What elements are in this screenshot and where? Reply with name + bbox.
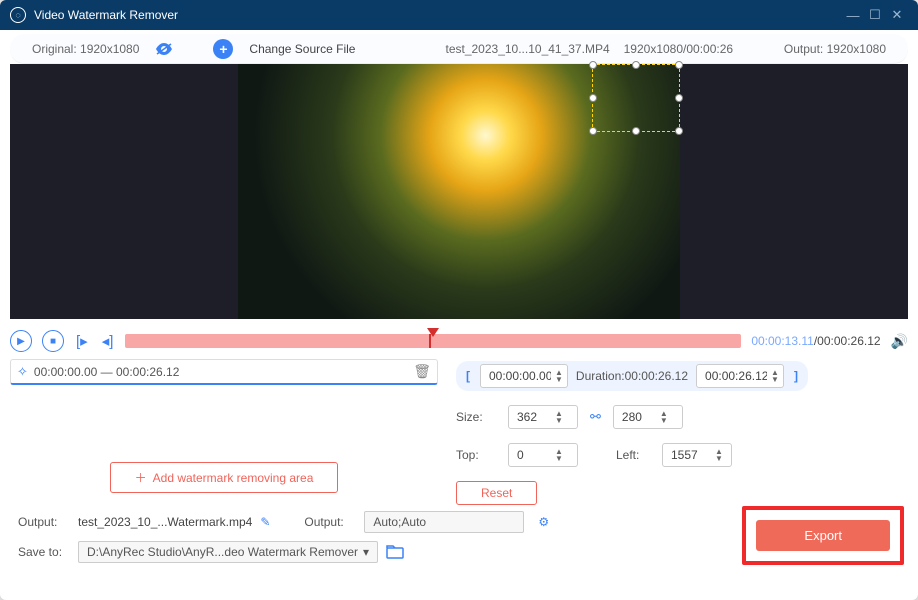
change-source-button[interactable]: Change Source File (249, 42, 355, 56)
output-dimensions-label: Output: 1920x1080 (784, 42, 886, 56)
source-dimensions-duration: 1920x1080/00:00:26 (624, 42, 733, 56)
range-end-input[interactable]: ▲▼ (696, 364, 784, 388)
range-end-bracket-icon[interactable]: ] (790, 369, 802, 383)
minimize-button[interactable]: — (842, 8, 864, 23)
saveto-path-select[interactable]: D:\AnyRec Studio\AnyR...deo Watermark Re… (78, 541, 378, 563)
app-window: ◌ Video Watermark Remover — ☐ ✕ Original… (0, 0, 918, 600)
export-highlight: Export (742, 506, 904, 565)
height-input[interactable]: ▲▼ (613, 405, 683, 429)
link-aspect-icon[interactable]: ⚯ (590, 409, 601, 425)
settings-icon[interactable]: ⚙ (538, 515, 549, 529)
app-title: Video Watermark Remover (34, 8, 842, 22)
close-button[interactable]: ✕ (886, 7, 908, 23)
reset-button[interactable]: Reset (456, 481, 537, 505)
saveto-path: D:\AnyRec Studio\AnyR...deo Watermark Re… (87, 545, 358, 559)
add-area-button[interactable]: ＋ Add watermark removing area (110, 462, 339, 493)
video-frame (238, 64, 680, 319)
add-area-label: Add watermark removing area (153, 471, 314, 485)
timecode-display: 00:00:13.11/00:00:26.12 (751, 334, 880, 348)
duration-label: Duration: (576, 369, 625, 383)
time-range-row: [ ▲▼ Duration:00:00:26.12 ▲▼ ] (456, 361, 808, 391)
total-duration: /00:00:26.12 (814, 334, 881, 348)
duration-value: 00:00:26.12 (625, 369, 688, 383)
output-filename: test_2023_10_...Watermark.mp4 (78, 515, 252, 529)
playback-controls: ▶ ■ [▸ ◂] 00:00:13.11/00:00:26.12 🔊 (10, 327, 908, 355)
size-row: Size: ▲▼ ⚯ ▲▼ (456, 405, 908, 429)
segment-end: 00:00:26.12 (116, 365, 179, 379)
dropdown-icon: ▾ (363, 545, 369, 559)
saveto-label: Save to: (18, 545, 70, 559)
footer: Output: test_2023_10_...Watermark.mp4 ✎ … (0, 505, 918, 575)
range-start-input[interactable]: ▲▼ (480, 364, 568, 388)
segment-separator: — (101, 365, 113, 379)
left-label: Left: (616, 448, 650, 462)
source-filename: test_2023_10...10_41_37.MP4 (445, 42, 609, 56)
edit-filename-icon[interactable]: ✎ (260, 515, 270, 529)
properties-panel: [ ▲▼ Duration:00:00:26.12 ▲▼ ] Size: ▲▼ … (456, 359, 908, 505)
size-label: Size: (456, 410, 496, 424)
stop-button[interactable]: ■ (42, 330, 64, 352)
set-out-point-button[interactable]: ◂] (100, 332, 116, 350)
top-label: Top: (456, 448, 496, 462)
app-icon: ◌ (10, 7, 26, 23)
add-source-button[interactable]: + (213, 39, 233, 59)
range-start-bracket-icon[interactable]: [ (462, 369, 474, 383)
browse-folder-icon[interactable] (386, 545, 404, 559)
editor-panels: ✧ 00:00:00.00 — 00:00:26.12 🗑 ＋ Add wate… (10, 359, 908, 505)
position-row: Top: ▲▼ Left: ▲▼ (456, 443, 908, 467)
segment-start: 00:00:00.00 (34, 365, 97, 379)
segments-panel: ✧ 00:00:00.00 — 00:00:26.12 🗑 ＋ Add wate… (10, 359, 438, 505)
output-format-select[interactable]: Auto;Auto (364, 511, 524, 533)
set-in-point-button[interactable]: [▸ (74, 332, 90, 350)
visibility-toggle-icon[interactable] (155, 43, 173, 55)
export-button[interactable]: Export (756, 520, 890, 551)
segment-item[interactable]: ✧ 00:00:00.00 — 00:00:26.12 🗑 (10, 359, 438, 385)
current-time: 00:00:13.11 (751, 334, 814, 348)
magic-wand-icon: ✧ (17, 364, 28, 380)
video-preview[interactable] (10, 64, 908, 319)
output-label: Output: (18, 515, 70, 529)
volume-icon[interactable]: 🔊 (891, 333, 908, 350)
left-input[interactable]: ▲▼ (662, 443, 732, 467)
delete-segment-icon[interactable]: 🗑 (413, 363, 431, 380)
play-button[interactable]: ▶ (10, 330, 32, 352)
plus-icon: ＋ (135, 469, 147, 486)
output-format-value: Auto;Auto (373, 515, 426, 529)
titlebar: ◌ Video Watermark Remover — ☐ ✕ (0, 0, 918, 30)
width-input[interactable]: ▲▼ (508, 405, 578, 429)
info-ribbon: Original: 1920x1080 + Change Source File… (10, 34, 908, 64)
selection-rectangle[interactable] (592, 64, 680, 132)
original-dimensions-label: Original: 1920x1080 (32, 42, 139, 56)
maximize-button[interactable]: ☐ (864, 7, 886, 23)
top-input[interactable]: ▲▼ (508, 443, 578, 467)
output-format-label: Output: (304, 515, 356, 529)
timeline-scrubber[interactable] (125, 334, 741, 348)
